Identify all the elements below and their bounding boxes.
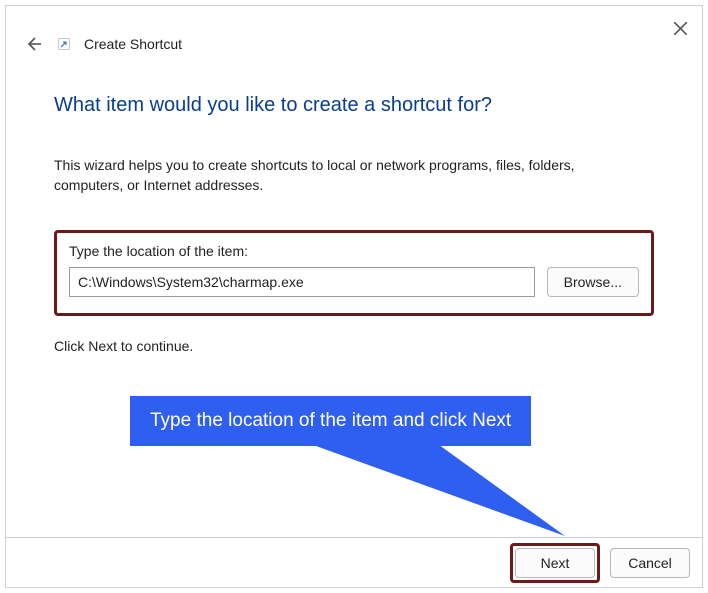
cancel-button[interactable]: Cancel (610, 548, 690, 578)
browse-button[interactable]: Browse... (547, 267, 639, 297)
continue-hint: Click Next to continue. (54, 338, 654, 354)
page-heading: What item would you like to create a sho… (54, 94, 654, 117)
back-arrow-icon (24, 35, 42, 53)
back-button[interactable] (22, 33, 44, 55)
annotation-callout: Type the location of the item and click … (130, 396, 531, 446)
location-row: Browse... (69, 267, 639, 297)
location-label: Type the location of the item: (69, 243, 639, 259)
close-button[interactable] (664, 12, 696, 44)
shortcut-icon (58, 38, 70, 50)
titlebar: Create Shortcut (6, 6, 702, 64)
close-icon (674, 22, 687, 35)
location-highlight-box: Type the location of the item: Browse... (54, 230, 654, 316)
location-input[interactable] (69, 267, 535, 297)
wizard-description: This wizard helps you to create shortcut… (54, 155, 614, 196)
window-title: Create Shortcut (84, 36, 182, 52)
create-shortcut-wizard: Create Shortcut What item would you like… (5, 5, 703, 588)
